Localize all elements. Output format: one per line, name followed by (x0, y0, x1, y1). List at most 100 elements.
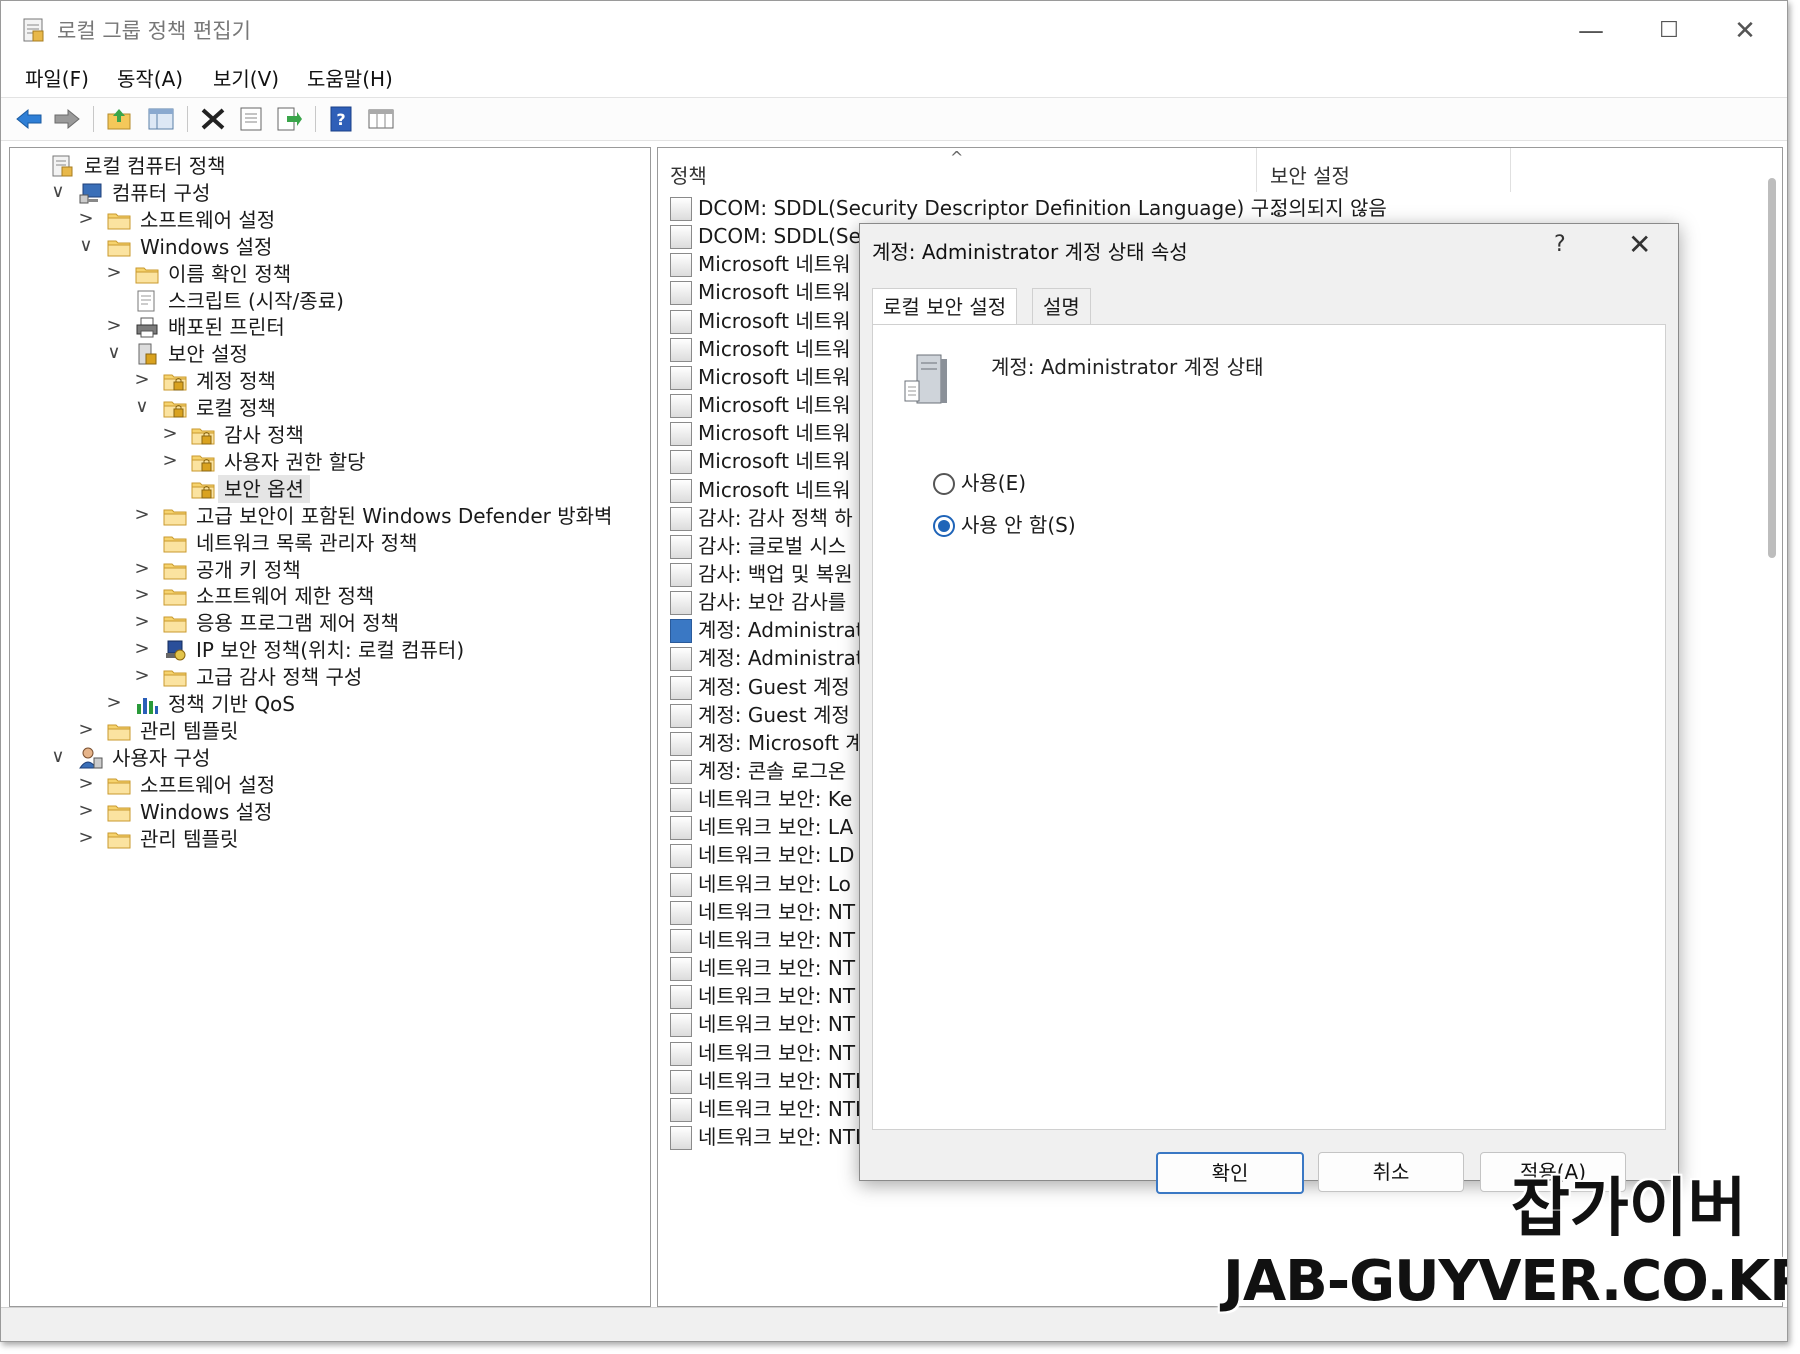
policy-name-cell: DCOM: SDDL(Se (698, 224, 861, 249)
tree-item-label[interactable]: 로컬 정책 (196, 394, 276, 422)
chevron-right-icon[interactable]: > (104, 262, 124, 283)
tree-item-label[interactable]: 로컬 컴퓨터 정책 (84, 152, 226, 180)
radio-enabled-button[interactable] (933, 473, 955, 495)
menu-view[interactable]: 보기(V) (213, 63, 279, 92)
folder-icon (162, 504, 188, 528)
menu-bar: 파일(F) 동작(A) 보기(V) 도움말(H) (1, 57, 1787, 95)
maximize-button[interactable]: ☐ (1639, 11, 1699, 51)
tab-local-security-setting[interactable]: 로컬 보안 설정 (872, 288, 1018, 325)
radio-disabled-button[interactable] (933, 515, 955, 537)
delete-icon[interactable] (199, 106, 227, 132)
chevron-right-icon[interactable]: > (104, 315, 124, 336)
radio-disabled-label[interactable]: 사용 안 함(S) (961, 511, 1076, 539)
help-icon[interactable]: ? (327, 106, 355, 132)
tree-item-label[interactable]: 사용자 권한 할당 (224, 448, 366, 476)
menu-action[interactable]: 동작(A) (117, 63, 183, 92)
chevron-right-icon[interactable]: > (76, 800, 96, 821)
tree-item-label[interactable]: IP 보안 정책(위치: 로컬 컴퓨터) (196, 636, 464, 664)
chevron-right-icon[interactable]: > (76, 773, 96, 794)
tree-item-label[interactable]: 스크립트 (시작/종료) (168, 287, 344, 315)
policy-name-cell: Microsoft 네트워 (698, 280, 851, 305)
tab-explain[interactable]: 설명 (1032, 288, 1091, 325)
column-divider[interactable] (1256, 148, 1257, 192)
console-tree[interactable]: 로컬 컴퓨터 정책 ∨ 컴퓨터 구성 > 소프트웨어 설정 ∨ Windows 설정 > 이름 … (9, 147, 651, 1307)
back-arrow-icon[interactable] (15, 106, 43, 132)
tree-item-label[interactable]: 이름 확인 정책 (168, 260, 291, 288)
chevron-down-icon[interactable]: ∨ (76, 235, 96, 256)
tree-item-label[interactable]: 소프트웨어 설정 (140, 206, 275, 234)
chevron-right-icon[interactable]: > (132, 558, 152, 579)
policy-setting-icon (670, 478, 692, 503)
chevron-right-icon[interactable]: > (160, 423, 180, 444)
chevron-right-icon[interactable]: > (160, 450, 180, 471)
policy-name-cell: 네트워크 보안: LD (698, 843, 855, 868)
chevron-right-icon[interactable]: > (76, 827, 96, 848)
tree-item-label[interactable]: 보안 옵션 (218, 474, 310, 503)
tree-item-label[interactable]: 배포된 프린터 (168, 313, 285, 341)
dialog-close-button[interactable]: ✕ (1628, 228, 1651, 261)
tree-item-label[interactable]: 소프트웨어 설정 (140, 771, 275, 799)
tree-item-label[interactable]: 관리 템플릿 (140, 825, 238, 853)
chevron-right-icon[interactable]: > (132, 504, 152, 525)
tree-item-label[interactable]: 네트워크 목록 관리자 정책 (196, 529, 417, 557)
tree-item-label[interactable]: 소프트웨어 제한 정책 (196, 582, 374, 610)
chevron-right-icon[interactable]: > (104, 692, 124, 713)
column-divider[interactable] (1510, 148, 1511, 192)
chevron-right-icon[interactable]: > (132, 665, 152, 686)
chevron-right-icon[interactable]: > (76, 208, 96, 229)
export-list-icon[interactable] (275, 106, 303, 132)
tree-item-label[interactable]: 관리 템플릿 (140, 717, 238, 745)
up-folder-icon[interactable] (105, 106, 133, 132)
forward-arrow-icon[interactable] (53, 106, 81, 132)
menu-help[interactable]: 도움말(H) (307, 63, 393, 92)
list-item[interactable]: DCOM: SDDL(Security Descriptor Definitio… (670, 194, 1760, 222)
toolbar-separator (187, 106, 188, 132)
tree-item-label[interactable]: 계정 정책 (196, 367, 276, 395)
folder-icon (162, 584, 188, 608)
tree-item-label[interactable]: Windows 설정 (140, 798, 272, 826)
tree-item-label[interactable]: Windows 설정 (140, 233, 272, 261)
folder-icon (106, 235, 132, 259)
tree-item-label[interactable]: 공개 키 정책 (196, 556, 301, 584)
column-header-security-setting[interactable]: 보안 설정 (1270, 160, 1350, 189)
column-header-policy[interactable]: 정책 (670, 160, 707, 189)
chevron-down-icon[interactable]: ∨ (104, 342, 124, 363)
radio-enabled-label[interactable]: 사용(E) (961, 469, 1026, 497)
view-icon[interactable] (367, 106, 395, 132)
chevron-down-icon[interactable]: ∨ (48, 746, 68, 767)
cancel-button[interactable]: 취소 (1318, 1152, 1464, 1192)
folder-icon (106, 827, 132, 851)
toolbar: ? (1, 97, 1787, 141)
policy-setting-icon (670, 619, 692, 644)
tree-item-label[interactable]: 고급 감사 정책 구성 (196, 663, 362, 691)
tree-item-label[interactable]: 컴퓨터 구성 (112, 179, 210, 207)
watermark-korean: 잡가이버 (1511, 1172, 1747, 1246)
properties-icon[interactable] (237, 106, 265, 132)
chevron-right-icon[interactable]: > (132, 369, 152, 390)
ok-button[interactable]: 확인 (1156, 1152, 1304, 1194)
tree-item-label[interactable]: 정책 기반 QoS (168, 690, 295, 718)
vertical-scrollbar[interactable] (1768, 178, 1776, 558)
close-button[interactable]: ✕ (1715, 11, 1775, 51)
chevron-right-icon[interactable]: > (132, 638, 152, 659)
show-hide-tree-icon[interactable] (147, 106, 175, 132)
policy-setting-icon (670, 872, 692, 897)
chevron-right-icon[interactable]: > (132, 584, 152, 605)
policy-editor-icon (23, 18, 44, 42)
chevron-down-icon[interactable]: ∨ (132, 396, 152, 417)
policy-name-cell: 감사: 백업 및 복원 (698, 561, 853, 586)
chevron-right-icon[interactable]: > (132, 611, 152, 632)
chevron-right-icon[interactable]: > (76, 719, 96, 740)
tree-item-label[interactable]: 응용 프로그램 제어 정책 (196, 609, 399, 637)
policy-icon (50, 154, 76, 178)
chevron-down-icon[interactable]: ∨ (48, 181, 68, 202)
tree-item-label[interactable]: 사용자 구성 (112, 744, 210, 772)
policy-name-cell: 네트워크 보안: NT (698, 899, 856, 924)
help-button[interactable]: ? (1554, 232, 1566, 257)
tree-item-label[interactable]: 보안 설정 (168, 340, 248, 368)
minimize-button[interactable]: — (1561, 11, 1621, 51)
lock-folder-icon (162, 396, 188, 420)
tree-item-label[interactable]: 고급 보안이 포함된 Windows Defender 방화벽 (196, 502, 612, 530)
menu-file[interactable]: 파일(F) (25, 63, 89, 92)
tree-item-label[interactable]: 감사 정책 (224, 421, 304, 449)
